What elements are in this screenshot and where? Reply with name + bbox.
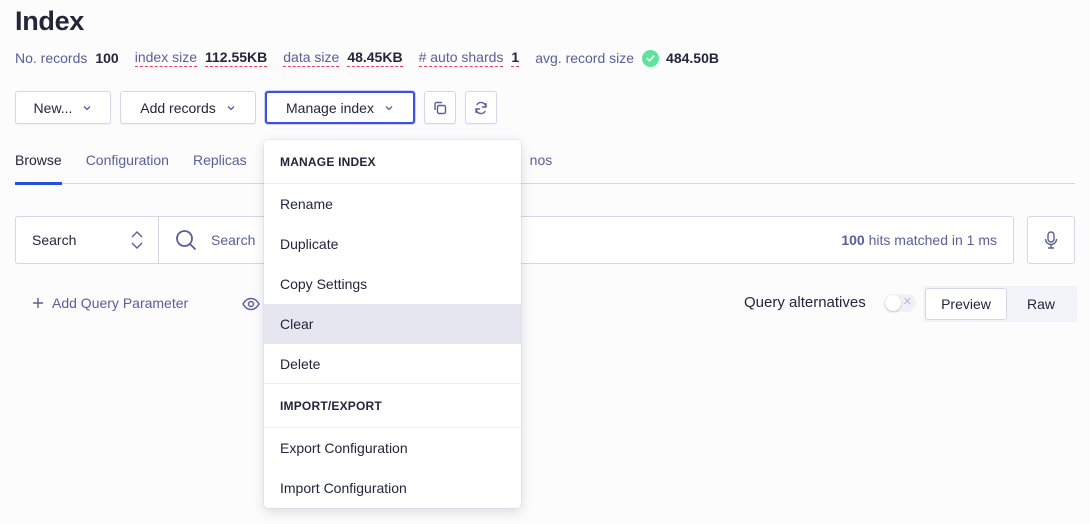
menu-item-clear[interactable]: Clear [264,304,521,344]
manage-index-menu: MANAGE INDEX Rename Duplicate Copy Setti… [264,140,521,508]
refresh-button[interactable] [465,91,497,124]
menu-item-delete[interactable]: Delete [264,344,521,384]
search-icon [176,230,196,250]
index-stats: No. records 100 index size 112.55KB data… [15,49,735,67]
toolbar: New... Add records Manage index [15,91,497,124]
add-records-button[interactable]: Add records [120,91,256,124]
search-mode-value: Search [32,232,77,248]
auto-shards-label[interactable]: # auto shards [418,49,504,67]
menu-item-export-configuration[interactable]: Export Configuration [264,428,521,468]
tab-replicas[interactable]: Replicas [193,151,247,184]
check-circle-icon [642,49,660,67]
chevron-down-icon [83,105,91,110]
add-records-label: Add records [140,99,216,116]
close-icon: ✕ [902,296,912,308]
avg-record-value: 484.50B [666,50,719,66]
tab-browse[interactable]: Browse [15,151,62,185]
manage-index-label: Manage index [286,99,374,116]
tab-partially-hidden[interactable]: nos [530,151,553,184]
chevron-up-down-icon [131,231,143,249]
microphone-icon [1044,231,1058,249]
voice-search-button[interactable] [1027,216,1075,264]
preview-button[interactable]: Preview [925,288,1007,320]
index-tabs: Browse Configuration Replicas nos [15,151,1075,185]
toggle-knob [885,295,901,311]
menu-section-import-export: IMPORT/EXPORT [264,384,521,428]
chevron-down-icon [227,105,235,110]
index-size-label[interactable]: index size [134,49,197,67]
index-size-value[interactable]: 112.55KB [204,49,268,67]
copy-icon [434,101,447,114]
auto-shards-value[interactable]: 1 [511,49,520,67]
add-query-parameter-button[interactable]: Add Query Parameter [32,295,188,311]
data-size-label[interactable]: data size [283,49,340,67]
records-label: No. records [15,50,88,66]
menu-item-copy-settings[interactable]: Copy Settings [264,264,521,304]
menu-item-rename[interactable]: Rename [264,184,521,224]
search-mode-select[interactable]: Search [16,217,159,263]
hits-summary: 100 hits matched in 1 ms [841,232,997,248]
avg-record-label: avg. record size [535,50,635,66]
add-query-parameter-label: Add Query Parameter [52,295,189,311]
query-alternatives-label: Query alternatives [744,294,866,311]
data-size-value[interactable]: 48.45KB [347,49,403,67]
hits-text: hits matched in 1 ms [864,232,997,248]
menu-item-import-configuration[interactable]: Import Configuration [264,468,521,508]
manage-index-button[interactable]: Manage index [265,91,415,124]
page-title: Index [15,6,85,36]
eye-icon[interactable] [242,296,260,312]
chevron-down-icon [385,105,393,110]
menu-section-manage-index: MANAGE INDEX [264,140,521,184]
refresh-icon [475,101,487,114]
records-value: 100 [95,50,119,66]
query-alternatives-toggle[interactable]: ✕ [884,294,916,312]
new-button-label: New... [33,99,73,116]
hits-count: 100 [841,232,865,248]
new-button[interactable]: New... [15,91,111,124]
tab-configuration[interactable]: Configuration [86,151,169,184]
view-mode-toggle: Preview Raw [923,286,1077,322]
raw-button[interactable]: Raw [1007,288,1075,320]
copy-index-button[interactable] [424,91,456,124]
menu-item-duplicate[interactable]: Duplicate [264,224,521,264]
plus-icon [33,298,43,308]
